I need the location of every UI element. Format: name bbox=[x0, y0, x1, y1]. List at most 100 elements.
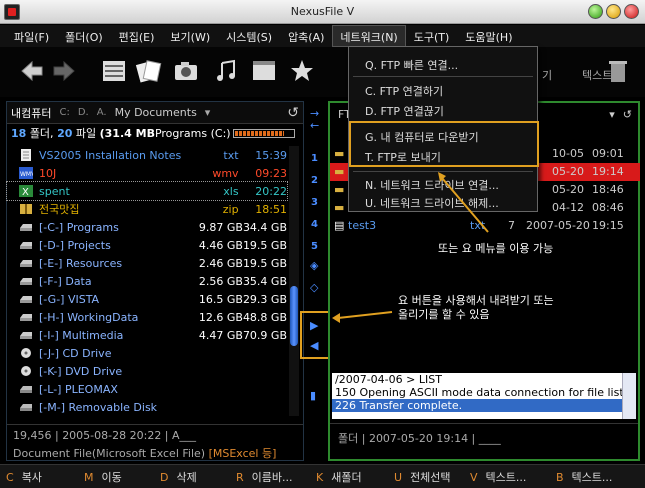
list-item[interactable]: [-C-] Programs 9.87 GB 34.4 GB bbox=[7, 218, 287, 236]
function-label: 삭제 bbox=[176, 471, 197, 484]
list-item[interactable]: [-I-] Multimedia 4.47 GB 70.9 GB bbox=[7, 326, 287, 344]
location-dropdown[interactable]: My Documents bbox=[115, 106, 197, 119]
toolbar-text-left[interactable]: 기 bbox=[542, 67, 552, 83]
maximize-button[interactable] bbox=[606, 4, 621, 19]
signal-icon[interactable]: ▮ bbox=[310, 389, 316, 402]
right-footer-info: 폴더 | 2007-05-20 19:14 | ____ bbox=[338, 432, 501, 445]
function-key-c[interactable]: C 복사 bbox=[6, 469, 42, 485]
function-key-b[interactable]: B 텍스트... bbox=[556, 469, 612, 485]
close-button[interactable] bbox=[624, 4, 639, 19]
refresh-icon[interactable]: ↺ bbox=[287, 105, 299, 121]
menu-item-ftp-connect[interactable]: C. FTP 연결하기 bbox=[349, 79, 537, 99]
drive-c-selector[interactable]: C: bbox=[59, 107, 69, 118]
item-col1: wmv bbox=[212, 166, 239, 180]
menu-item-map-network-drive[interactable]: N. 네트워크 드라이브 연결... bbox=[349, 173, 537, 193]
left-scrollbar[interactable] bbox=[289, 146, 299, 416]
menu-compress[interactable]: 압축(A) bbox=[280, 25, 332, 47]
list-item[interactable]: [-G-] VISTA 16.5 GB 29.3 GB bbox=[7, 290, 287, 308]
refresh-icon[interactable]: ↺ bbox=[623, 108, 632, 121]
removable-drive-icon bbox=[19, 383, 33, 395]
item-name: [-C-] Programs bbox=[39, 220, 119, 234]
diamond-filled-icon[interactable]: ◈ bbox=[310, 259, 318, 272]
item-name: [-K-] DVD Drive bbox=[39, 364, 123, 378]
list-item[interactable]: [-E-] Resources 2.46 GB 19.5 GB bbox=[7, 254, 287, 272]
menu-network[interactable]: 네트워크(N) bbox=[332, 25, 406, 47]
log-line: 150 Opening ASCII mode data connection f… bbox=[335, 386, 624, 399]
panel-number-3[interactable]: 3 bbox=[311, 197, 318, 208]
minimize-button[interactable] bbox=[588, 4, 603, 19]
left-file-panel: 내컴퓨터 C: D. A. My Documents ▾ ↺ 18 폴더, 20… bbox=[6, 101, 304, 461]
log-line: 226 Transfer complete. bbox=[332, 399, 636, 412]
star-icon[interactable] bbox=[288, 57, 316, 85]
function-key-v[interactable]: V 텍스트... bbox=[470, 469, 526, 485]
menu-item-ftp-disconnect[interactable]: D. FTP 연결끊기 bbox=[349, 99, 537, 119]
menu-view[interactable]: 보기(W) bbox=[162, 25, 218, 47]
ftp-log[interactable]: /2007-04-06 > LIST 150 Opening ASCII mod… bbox=[332, 373, 636, 419]
diamond-outline-icon[interactable]: ◇ bbox=[310, 281, 318, 294]
file-type: Document File(Microsoft Excel File) [MSE… bbox=[13, 445, 276, 461]
video-icon[interactable] bbox=[250, 57, 278, 85]
list-item[interactable]: WMV 10J wmv 09:23 bbox=[7, 164, 287, 182]
function-key-u[interactable]: U 전체선택 bbox=[394, 469, 451, 485]
left-path-label[interactable]: 내컴퓨터 bbox=[11, 105, 51, 121]
item-date: 05-20 bbox=[552, 165, 584, 178]
list-item[interactable]: Xspent xls 20:22 bbox=[6, 181, 288, 201]
log-scrollbar[interactable] bbox=[622, 373, 636, 419]
panel-number-4[interactable]: 4 bbox=[311, 219, 318, 230]
back-icon[interactable] bbox=[18, 57, 46, 85]
panel-number-2[interactable]: 2 bbox=[311, 175, 318, 186]
panel-number-1[interactable]: 1 bbox=[311, 153, 318, 164]
left-scrollbar-thumb[interactable] bbox=[290, 286, 298, 346]
chevron-down-icon[interactable]: ▾ bbox=[609, 108, 615, 121]
item-col1: txt bbox=[223, 148, 239, 162]
drive-a-selector[interactable]: A. bbox=[97, 107, 107, 118]
list-item[interactable]: [-F-] Data 2.56 GB 35.4 GB bbox=[7, 272, 287, 290]
list-item[interactable]: VS2005 Installation Notes txt 15:39 bbox=[7, 146, 287, 164]
menu-system[interactable]: 시스템(S) bbox=[218, 25, 280, 47]
list-item[interactable]: [-K-] DVD Drive bbox=[7, 362, 287, 380]
left-panel-status: 18 폴더, 20 파일 (31.4 MB Programs (C:) bbox=[7, 124, 303, 142]
list-item[interactable]: [-L-] PLEOMAX bbox=[7, 380, 287, 398]
cd-drive-icon bbox=[19, 347, 33, 359]
function-key-r[interactable]: R 이름바... bbox=[236, 469, 293, 485]
list-item[interactable]: [-M-] Removable Disk bbox=[7, 398, 287, 416]
function-key-m[interactable]: M 이동 bbox=[84, 469, 122, 485]
file-count: 20 bbox=[57, 126, 73, 140]
item-col1: 12.6 GB bbox=[198, 310, 243, 324]
list-item[interactable]: [-H-] WorkingData 12.6 GB 48.8 GB bbox=[7, 308, 287, 326]
item-col2: 19.5 GB bbox=[242, 256, 287, 270]
menu-edit[interactable]: 편집(E) bbox=[111, 25, 163, 47]
menu-help[interactable]: 도움말(H) bbox=[457, 25, 520, 47]
chevron-down-icon[interactable]: ▾ bbox=[205, 106, 211, 119]
function-key-d[interactable]: D 삭제 bbox=[160, 469, 197, 485]
list-item[interactable]: 전국맛집 zip 18:51 bbox=[7, 200, 287, 218]
item-col2: 09:23 bbox=[255, 166, 287, 180]
menu-item-disconnect-network-drive[interactable]: U. 네트워크 드라이브 해제... bbox=[349, 191, 537, 211]
menu-folder[interactable]: 폴더(O) bbox=[57, 25, 110, 47]
forward-icon[interactable] bbox=[50, 57, 78, 85]
folder-icon: ▬ bbox=[334, 201, 345, 214]
trash-icon[interactable] bbox=[604, 57, 632, 85]
list-item[interactable]: [-D-] Projects 4.46 GB 19.5 GB bbox=[7, 236, 287, 254]
view-list-icon[interactable] bbox=[100, 57, 128, 85]
menu-file[interactable]: 파일(F) bbox=[6, 25, 57, 47]
list-item[interactable]: [-J-] CD Drive bbox=[7, 344, 287, 362]
folder-icon: ▬ bbox=[334, 183, 345, 196]
total-size: (31.4 MB bbox=[99, 126, 155, 140]
left-panel-footer: 19,456 | 2005-08-28 20:22 | A___ Documen… bbox=[7, 424, 303, 460]
drive-d-selector[interactable]: D. bbox=[78, 107, 89, 118]
camera-icon[interactable] bbox=[172, 57, 200, 85]
log-line: /2007-04-06 > LIST bbox=[335, 373, 442, 386]
download-arrow-icon[interactable]: ▶ bbox=[310, 319, 318, 332]
cards-icon[interactable] bbox=[134, 57, 162, 85]
upload-arrow-icon[interactable]: ◀ bbox=[310, 339, 318, 352]
list-item[interactable]: ▤ test3 txt 7 2007-05-20 19:15 bbox=[330, 217, 640, 235]
function-label: 텍스트... bbox=[485, 471, 527, 484]
menu-tools[interactable]: 도구(T) bbox=[406, 25, 458, 47]
music-icon[interactable] bbox=[212, 57, 240, 85]
function-key-k[interactable]: K 새폴더 bbox=[316, 469, 362, 485]
arrow-left-icon[interactable]: ← bbox=[310, 119, 319, 132]
function-label: 텍스트... bbox=[571, 471, 613, 484]
menu-item-ftp-quick-connect[interactable]: Q. FTP 빠른 연결... bbox=[349, 53, 537, 73]
panel-number-5[interactable]: 5 bbox=[311, 241, 318, 252]
